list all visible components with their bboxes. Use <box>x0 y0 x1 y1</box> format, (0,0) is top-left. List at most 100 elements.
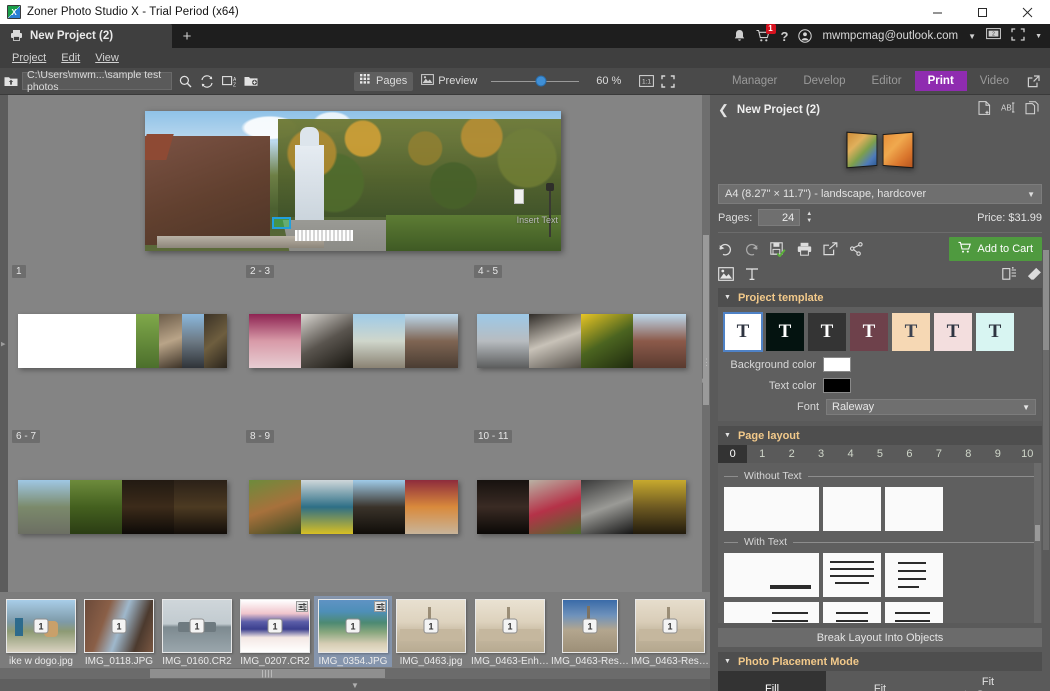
thumbnail[interactable]: 1 <box>318 599 388 653</box>
layout-preset[interactable] <box>885 602 943 623</box>
photo-cell[interactable] <box>633 480 686 534</box>
break-layout-button[interactable]: Break Layout Into Objects <box>718 628 1042 647</box>
preview-view-button[interactable]: Preview <box>415 72 483 91</box>
photo-cell[interactable] <box>581 314 633 368</box>
photo-cell[interactable] <box>477 314 529 368</box>
share-icon[interactable] <box>849 242 864 256</box>
layout-count-4[interactable]: 4 <box>836 445 865 463</box>
thumbnail[interactable]: 1 <box>396 599 466 653</box>
layout-count-8[interactable]: 8 <box>954 445 983 463</box>
expand-left-arrow-icon[interactable]: ▸ <box>1 338 6 349</box>
template-swatch-2[interactable]: T <box>808 313 846 351</box>
thumbnail[interactable]: 1 <box>562 599 618 653</box>
placement-fill-button[interactable]: Fill <box>718 671 826 691</box>
pages-view-button[interactable]: Pages <box>354 72 413 91</box>
mode-tab-develop[interactable]: Develop <box>790 71 858 91</box>
save-icon[interactable] <box>770 242 786 257</box>
thumbnail[interactable]: 1 <box>240 599 310 653</box>
layout-count-2[interactable]: 2 <box>777 445 806 463</box>
notifications-bell-icon[interactable] <box>733 29 746 43</box>
photo-cell[interactable] <box>136 314 159 368</box>
list-item[interactable]: 1 IMG_0463-Enhan... <box>470 596 550 667</box>
layout-scrollbar[interactable] <box>1034 463 1041 623</box>
layout-count-5[interactable]: 5 <box>865 445 894 463</box>
page-canvas[interactable]: ▸ 1 Insert Text 2 - 3 4 - 5 <box>0 95 710 592</box>
layout-count-1[interactable]: 1 <box>747 445 776 463</box>
filmstrip[interactable]: 1 ike w dogo.jpg 1 IMG_0118.JPG 1 IMG_01… <box>0 592 710 691</box>
layout-count-10[interactable]: 10 <box>1013 445 1042 463</box>
photo-cell[interactable] <box>477 480 529 534</box>
font-select[interactable]: Raleway ▼ <box>826 399 1036 415</box>
fullscreen-icon[interactable] <box>1011 28 1025 44</box>
mode-tab-video[interactable]: Video <box>967 71 1022 91</box>
image-object-tab-icon[interactable] <box>718 267 734 284</box>
zoom-1to1-icon[interactable]: 1:1 <box>635 70 657 92</box>
layout-count-9[interactable]: 9 <box>983 445 1012 463</box>
layout-preset[interactable] <box>823 553 881 597</box>
layout-count-0[interactable]: 0 <box>718 445 747 463</box>
insert-text-placeholder[interactable]: Insert Text <box>517 215 558 225</box>
zoom-slider[interactable] <box>491 74 579 88</box>
photo-cell[interactable] <box>70 480 122 534</box>
filmstrip-scroll-thumb[interactable]: |||| <box>150 669 385 678</box>
menu-edit[interactable]: Edit <box>55 50 86 66</box>
photo-cell[interactable] <box>249 314 301 368</box>
list-item-selected[interactable]: 1 IMG_0354.JPG <box>314 596 392 667</box>
photo-cell[interactable] <box>18 480 70 534</box>
list-item[interactable]: 1 IMG_0463-Resize... <box>630 596 710 667</box>
close-button[interactable] <box>1005 0 1050 24</box>
photo-cell[interactable] <box>182 314 204 368</box>
photo-cell[interactable] <box>122 480 174 534</box>
fit-to-window-icon[interactable] <box>657 70 679 92</box>
panel-resize-grip[interactable]: ⋮ <box>702 357 711 368</box>
rename-icon[interactable]: AB <box>1000 101 1016 118</box>
photo-cell[interactable] <box>159 314 182 368</box>
list-item[interactable]: 1 IMG_0118.JPG <box>80 596 158 667</box>
template-swatch-5[interactable]: T <box>934 313 972 351</box>
spread-thumbnail-10-11[interactable] <box>477 480 686 534</box>
layers-icon[interactable] <box>1002 267 1017 284</box>
menu-view[interactable]: View <box>89 50 125 66</box>
right-panel-scrollbar[interactable] <box>1043 250 1049 550</box>
thumbnail[interactable]: 1 <box>84 599 154 653</box>
filmstrip-horizontal-scrollbar[interactable]: |||| <box>0 668 710 679</box>
cover-page-spread[interactable]: Insert Text <box>145 111 561 251</box>
photo-cell[interactable] <box>301 480 353 534</box>
layout-preset[interactable] <box>885 487 943 531</box>
photo-cell[interactable] <box>405 314 458 368</box>
list-item[interactable]: 1 ike w dogo.jpg <box>2 596 80 667</box>
stepper-down-icon[interactable]: ▼ <box>806 218 812 224</box>
print-icon[interactable] <box>797 242 812 256</box>
layout-scroll-thumb[interactable] <box>1035 525 1040 541</box>
menu-project[interactable]: Project <box>6 50 52 66</box>
thumbnail[interactable]: 1 <box>162 599 232 653</box>
template-swatch-4[interactable]: T <box>892 313 930 351</box>
photo-cell[interactable] <box>18 314 136 368</box>
spread-thumbnail-6-7[interactable] <box>18 480 227 534</box>
external-link-icon[interactable] <box>1022 70 1044 92</box>
list-item[interactable]: 1 IMG_0463.jpg <box>392 596 470 667</box>
layout-count-7[interactable]: 7 <box>924 445 953 463</box>
mode-tab-print[interactable]: Print <box>915 71 967 91</box>
back-chevron-icon[interactable]: ❮ <box>718 102 729 118</box>
section-header-page-layout[interactable]: ▼ Page layout <box>718 426 1042 445</box>
text-object-tab-icon[interactable] <box>745 267 759 284</box>
layout-preset[interactable] <box>823 602 881 623</box>
spread-thumbnail-8-9[interactable] <box>249 480 458 534</box>
eraser-icon[interactable] <box>1027 267 1042 284</box>
filmstrip-collapse-handle[interactable]: ▼ <box>0 679 710 691</box>
fullscreen-dropdown-chevron-icon[interactable]: ▼ <box>1035 33 1042 40</box>
screen-layout-icon[interactable]: 2 <box>986 28 1001 44</box>
refresh-icon[interactable] <box>196 70 218 92</box>
template-swatch-3[interactable]: T <box>850 313 888 351</box>
zoom-knob[interactable] <box>535 76 546 87</box>
account-email[interactable]: mwmpcmag@outlook.com <box>822 30 958 42</box>
duplicate-page-icon[interactable] <box>1025 101 1040 118</box>
placement-fit-button[interactable]: Fit <box>826 671 934 691</box>
spread-thumbnail-1[interactable] <box>18 314 227 368</box>
redo-icon[interactable] <box>744 243 759 256</box>
layout-preset[interactable] <box>724 602 819 623</box>
photo-cell[interactable] <box>353 480 405 534</box>
background-color-chip[interactable] <box>823 357 851 372</box>
layout-preset[interactable] <box>724 553 819 597</box>
